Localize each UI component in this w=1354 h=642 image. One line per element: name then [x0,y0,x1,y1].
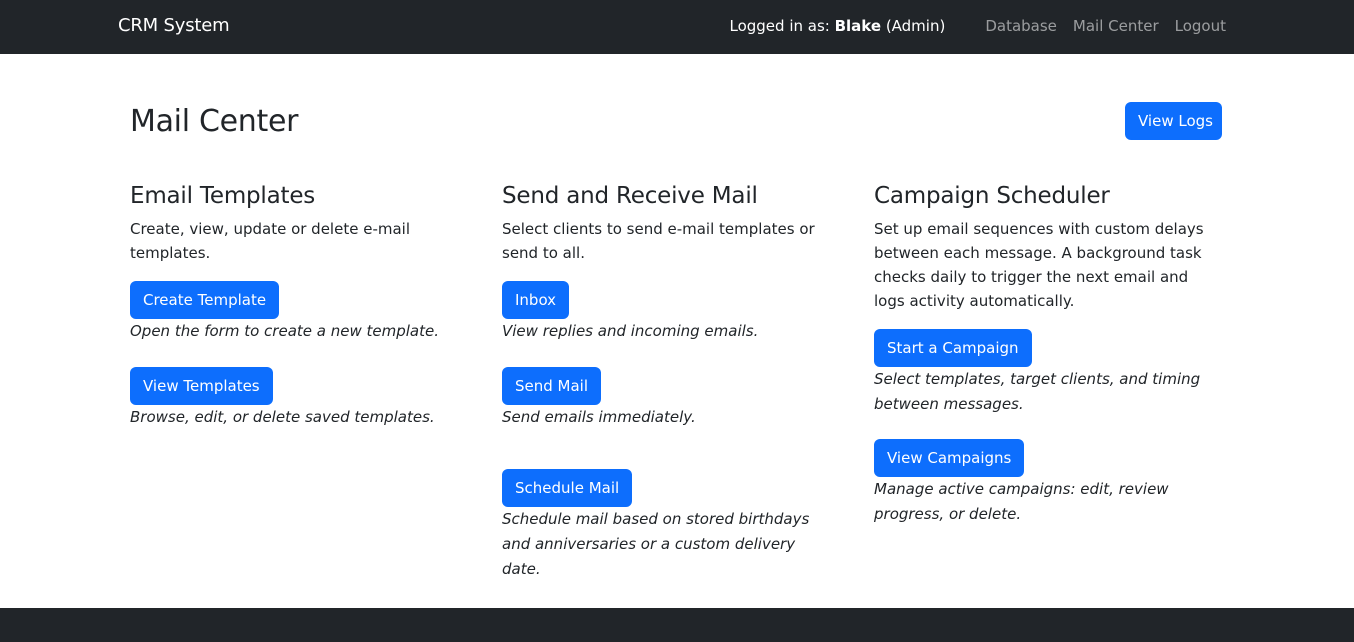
section-description: Create, view, update or delete e-mail te… [130,220,410,262]
nav-link-logout[interactable]: Logout [1175,17,1226,35]
logged-in-prefix: Logged in as: [729,17,835,35]
username: Blake [834,17,882,35]
email-templates-section: Email Templates Create, view, update or … [130,182,470,426]
send-mail-button[interactable]: Send Mail [502,367,602,405]
view-campaigns-button[interactable]: View Campaigns [874,439,1025,477]
nav-link-database[interactable]: Database [985,17,1057,35]
inbox-note: View replies and incoming emails. [502,322,759,340]
section-heading: Send and Receive Mail [502,183,758,209]
section-description: Select clients to send e-mail templates … [502,220,815,262]
create-template-button[interactable]: Create Template [130,281,280,319]
section-description: Set up email sequences with custom delay… [874,220,1204,310]
campaign-scheduler-section: Campaign Scheduler Set up email sequence… [874,182,1214,523]
page-title: Mail Center [130,104,299,139]
navbar: CRM System Logged in as: Blake (Admin) D… [0,0,1354,54]
section-heading: Campaign Scheduler [874,183,1110,209]
view-templates-note: Browse, edit, or delete saved templates. [130,408,435,426]
schedule-mail-note: Schedule mail based on stored birthdays … [502,510,810,578]
schedule-mail-button[interactable]: Schedule Mail [502,469,633,507]
brand-link[interactable]: CRM System [118,15,230,36]
user-role: (Admin) [881,17,946,35]
view-templates-button[interactable]: View Templates [130,367,273,405]
send-receive-section: Send and Receive Mail Select clients to … [502,182,842,578]
view-campaigns-note: Manage active campaigns: edit, review pr… [874,480,1169,523]
view-logs-button[interactable]: View Logs [1125,102,1222,140]
logged-in-status: Logged in as: Blake (Admin) [729,17,945,35]
footer [0,608,1354,642]
section-heading: Email Templates [130,183,316,209]
start-campaign-button[interactable]: Start a Campaign [874,329,1032,367]
create-template-note: Open the form to create a new template. [130,322,439,340]
inbox-button[interactable]: Inbox [502,281,570,319]
nav-right: Logged in as: Blake (Admin) Database Mai… [729,17,1226,35]
start-campaign-note: Select templates, target clients, and ti… [874,370,1201,413]
send-mail-note: Send emails immediately. [502,408,696,426]
nav-link-mail-center[interactable]: Mail Center [1073,17,1159,35]
